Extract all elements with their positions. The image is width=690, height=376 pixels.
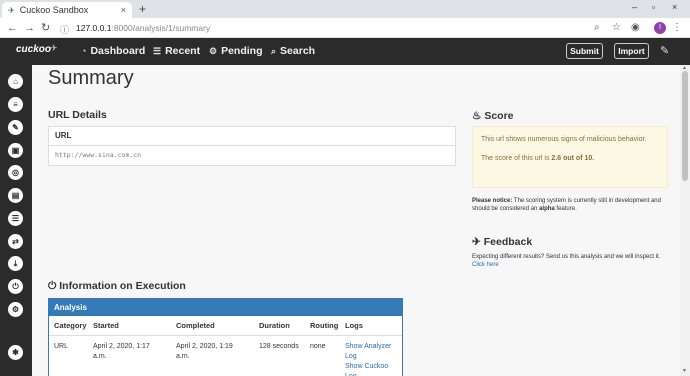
bug-icon[interactable]: ✱ [8,345,23,360]
settings-icon[interactable]: ⚙ [8,302,23,317]
url-card-header: URL [49,127,455,146]
cell-logs: Show Analyzer Log Show Cuckoo Log [345,342,400,376]
scrollbar-thumb[interactable] [682,71,688,181]
search-icon[interactable]: ⌕ [594,21,600,35]
main-content: Summary URL Details URL http://www.sina.… [32,65,680,376]
execution-title: ⏻ Information on Execution [48,280,186,292]
column-header: Category [54,321,87,330]
search-icon: ⌕ [271,46,277,56]
nav-search[interactable]: ⌕ Search [271,45,315,57]
analysis-sidebar: ⌂ ≡ ✎ ▣ ◎ ▤ ☰ ⇄ ⤓ ⏻ ⚙ ✱ [0,65,32,376]
paintbrush-icon[interactable]: ✎ [660,44,669,57]
score-value: 2.6 out of 10. [551,155,595,162]
dashboard-icon: ◔ [81,46,87,56]
column-header: Routing [310,321,339,330]
cell-category: URL [54,343,69,350]
column-header: Duration [259,321,290,330]
column-header: Logs [345,321,363,330]
close-icon[interactable]: × [121,5,126,15]
minimize-icon[interactable]: – [632,2,637,12]
scoring-notice: Please notice: The scoring system is cur… [472,198,661,212]
power-icon: ⏻ [48,280,57,292]
scroll-down-icon[interactable]: ▼ [682,368,687,374]
power-icon[interactable]: ⏻ [8,279,23,294]
list-icon[interactable]: ☰ [8,211,23,226]
browser-toolbar: ← → ↻ ⓘ 127.0.0.1:8000/analysis/1/summar… [0,18,690,38]
page-title: Summary [48,67,134,89]
site-info-icon[interactable]: ⓘ [60,23,69,36]
cuckoo-log-link[interactable]: Show Cuckoo Log [345,362,400,376]
page-scrollbar[interactable]: ▲ ▼ [680,65,690,376]
bookmark-star-icon[interactable]: ☆ [612,21,621,35]
column-header: Completed [176,321,215,330]
tab-title: Cuckoo Sandbox [19,5,89,15]
cuckoo-navbar: cuckoo ✈ ◔ Dashboard ☰ Recent ⚙ Pending ⌕ Se… [0,38,690,65]
fire-icon: ♨ [472,110,482,122]
score-message: This url shows numerous signs of malicio… [481,136,647,143]
home-icon[interactable]: ⌂ [8,74,23,89]
shuffle-icon[interactable]: ⇄ [8,234,23,249]
cell-routing: none [310,343,326,350]
summary-icon[interactable]: ≡ [8,97,23,112]
static-icon[interactable]: ✎ [8,120,23,135]
score-title: ♨ Score [472,110,514,122]
url-details-title: URL Details [48,109,107,121]
cell-started: April 2, 2020, 1:17 a.m. [93,343,150,360]
analyzer-log-link[interactable]: Show Analyzer Log [345,342,400,362]
paper-plane-icon: ✈ [472,236,481,248]
submit-button[interactable]: Submit [566,43,603,59]
profile-avatar[interactable]: I [654,22,666,34]
menu-icon[interactable]: ⋮ [672,21,682,35]
cuckoo-bird-icon: ✈ [50,43,58,53]
cell-completed: April 2, 2020, 1:19 a.m. [176,343,233,360]
score-line: The score of this url is 2.6 out of 10. [481,155,595,162]
back-icon[interactable]: ← [7,21,18,35]
execution-panel-header: Analysis [49,299,402,316]
table-divider [49,335,402,336]
browser-tabstrip: ✈ Cuckoo Sandbox × + – ▫ × [0,0,690,18]
url-value: http://www.sina.com.cn [55,151,142,159]
score-alert: This url shows numerous signs of malicio… [472,126,668,188]
forward-icon[interactable]: → [24,21,35,35]
feedback-link[interactable]: Click here [472,262,499,268]
file-icon[interactable]: ▣ [8,143,23,158]
reload-icon[interactable]: ↻ [41,21,50,35]
execution-panel: Analysis Category Started Completed Dura… [48,298,403,376]
list-icon: ☰ [153,46,162,56]
behavior-icon[interactable]: ▤ [8,188,23,203]
browser-tab[interactable]: ✈ Cuckoo Sandbox × [2,2,132,18]
window-close-icon[interactable]: × [672,2,677,12]
url-details-card: URL http://www.sina.com.cn [48,126,456,166]
network-icon[interactable]: ◎ [8,165,23,180]
download-icon[interactable]: ⤓ [8,256,23,271]
nav-dashboard[interactable]: ◔ Dashboard [81,45,145,57]
extension-icon[interactable]: ◉ [631,21,640,35]
gears-icon: ⚙ [209,46,218,56]
cell-duration: 128 seconds [259,343,299,350]
feedback-text: Expecting different results? Send us thi… [472,254,661,268]
cuckoo-bird-icon: ✈ [8,5,15,15]
brand-logo[interactable]: cuckoo [16,44,51,55]
nav-pending[interactable]: ⚙ Pending [209,45,263,57]
column-header: Started [93,321,119,330]
maximize-icon[interactable]: ▫ [652,2,655,12]
address-bar[interactable]: 127.0.0.1:8000/analysis/1/summary [76,23,210,33]
nav-recent[interactable]: ☰ Recent [153,45,200,57]
feedback-title: ✈ Feedback [472,236,533,248]
new-tab-button[interactable]: + [139,2,146,16]
import-button[interactable]: Import [614,43,649,59]
